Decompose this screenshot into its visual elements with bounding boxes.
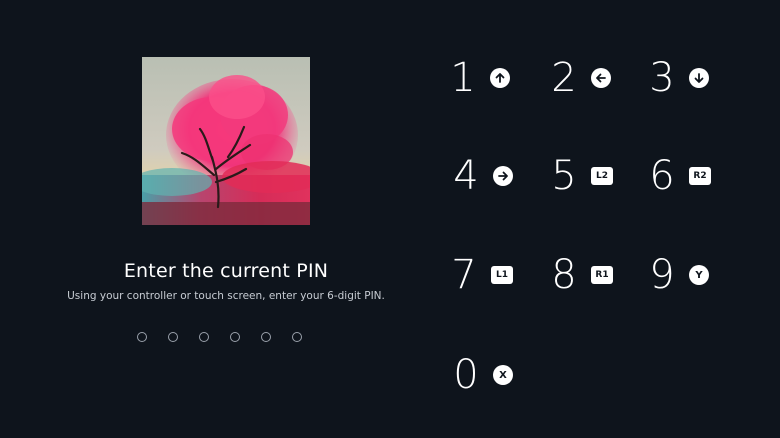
pin-dot [230,332,240,342]
key-digit: 8 [551,252,577,298]
key-digit: 0 [453,352,479,398]
key-digit: 9 [649,252,675,298]
arrow-left-icon [591,68,611,88]
keypad-key-1[interactable]: 1 [444,58,510,98]
keypad-key-3[interactable]: 3 [643,58,709,98]
key-digit: 3 [649,55,675,101]
x-button-icon: X [493,365,513,385]
r2-button-icon: R2 [689,167,711,185]
key-digit: 7 [451,252,477,298]
profile-avatar [142,57,310,225]
pin-dot [292,332,302,342]
keypad-key-5[interactable]: 5 L2 [545,156,613,196]
pin-dot [168,332,178,342]
key-digit: 4 [453,153,479,199]
pin-dot [199,332,209,342]
arrow-up-icon [490,68,510,88]
y-button-icon: Y [689,265,709,285]
key-digit: 2 [551,55,577,101]
arrow-right-icon [493,166,513,186]
keypad-key-6[interactable]: 6 R2 [643,156,711,196]
l2-button-icon: L2 [591,167,613,185]
l1-button-icon: L1 [491,266,513,284]
keypad-key-9[interactable]: 9 Y [643,255,709,295]
tree-painting-image [142,57,310,225]
keypad-key-0[interactable]: 0 X [447,355,513,395]
arrow-down-icon [689,68,709,88]
keypad-key-7[interactable]: 7 L1 [445,255,513,295]
keypad-key-4[interactable]: 4 [447,156,513,196]
r1-button-icon: R1 [591,266,613,284]
pin-dot [137,332,147,342]
keypad-key-2[interactable]: 2 [545,58,611,98]
pin-dot [261,332,271,342]
key-digit: 5 [551,153,577,199]
key-digit: 6 [649,153,675,199]
prompt-subtitle: Using your controller or touch screen, e… [67,290,385,302]
prompt-title: Enter the current PIN [123,260,329,282]
key-digit: 1 [450,55,476,101]
pin-indicator [137,332,302,342]
keypad-key-8[interactable]: 8 R1 [545,255,613,295]
